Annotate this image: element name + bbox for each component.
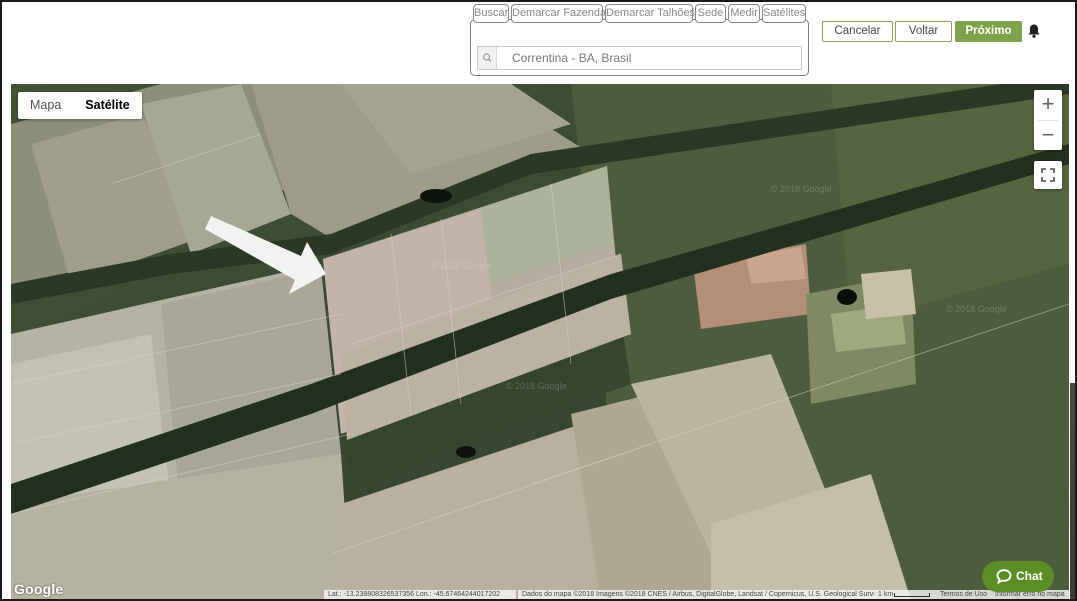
zoom-out-button[interactable]: − — [1034, 121, 1062, 151]
zoom-control: + − — [1034, 90, 1062, 150]
scale-bar — [894, 593, 930, 597]
bell-icon[interactable] — [1027, 23, 1041, 39]
search-icon — [478, 47, 497, 69]
svg-text:© 2018 Google: © 2018 Google — [506, 381, 567, 391]
map-type-satellite[interactable]: Satélite — [73, 92, 141, 119]
window-edge — [1070, 56, 1075, 599]
satellites-button[interactable]: Satélites — [762, 4, 806, 23]
svg-text:© 2018 Google: © 2018 Google — [431, 261, 492, 271]
svg-text:© 2018 Google: © 2018 Google — [946, 304, 1007, 314]
toolbar: Buscar Demarcar Fazenda Demarcar Talhões… — [2, 2, 1075, 84]
fullscreen-button[interactable] — [1034, 161, 1062, 189]
coordinates-readout: Lat.: -13.238808326537356 Lon.: -45.6746… — [324, 590, 516, 599]
satellite-map[interactable]: © 2018 Google © 2018 Google © 2018 Googl… — [11, 84, 1069, 599]
cancel-button[interactable]: Cancelar — [822, 21, 893, 42]
zoom-in-button[interactable]: + — [1034, 90, 1062, 120]
app-window: Buscar Demarcar Fazenda Demarcar Talhões… — [0, 0, 1077, 601]
terms-link[interactable]: Termos de Uso — [936, 590, 991, 599]
back-button[interactable]: Voltar — [895, 21, 952, 42]
svg-text:© 2018 Google: © 2018 Google — [771, 184, 832, 194]
chat-button[interactable]: Chat — [982, 561, 1054, 592]
headquarters-button[interactable]: Sede — [695, 4, 726, 23]
satellite-imagery: © 2018 Google © 2018 Google © 2018 Googl… — [11, 84, 1069, 599]
scale-label: 1 km — [878, 591, 894, 598]
chat-label: Chat — [1016, 569, 1043, 583]
search-tool-button[interactable]: Buscar — [473, 4, 509, 23]
fullscreen-icon — [1041, 168, 1055, 182]
google-logo: Google — [14, 581, 64, 597]
map-type-map[interactable]: Mapa — [18, 92, 73, 119]
location-search-input[interactable] — [498, 47, 801, 69]
scale-indicator[interactable]: 1 km — [874, 590, 936, 599]
demarcate-plots-button[interactable]: Demarcar Talhões — [605, 4, 695, 23]
chat-bubble-icon — [996, 569, 1012, 584]
location-search — [477, 46, 802, 70]
map-attribution: Dados do mapa ©2018 Imagens ©2018 CNES /… — [518, 590, 881, 599]
next-button[interactable]: Próximo — [955, 21, 1022, 42]
demarcate-farm-button[interactable]: Demarcar Fazenda — [511, 4, 606, 23]
measure-button[interactable]: Medir — [728, 4, 760, 23]
map-type-control: Mapa Satélite — [18, 92, 142, 119]
